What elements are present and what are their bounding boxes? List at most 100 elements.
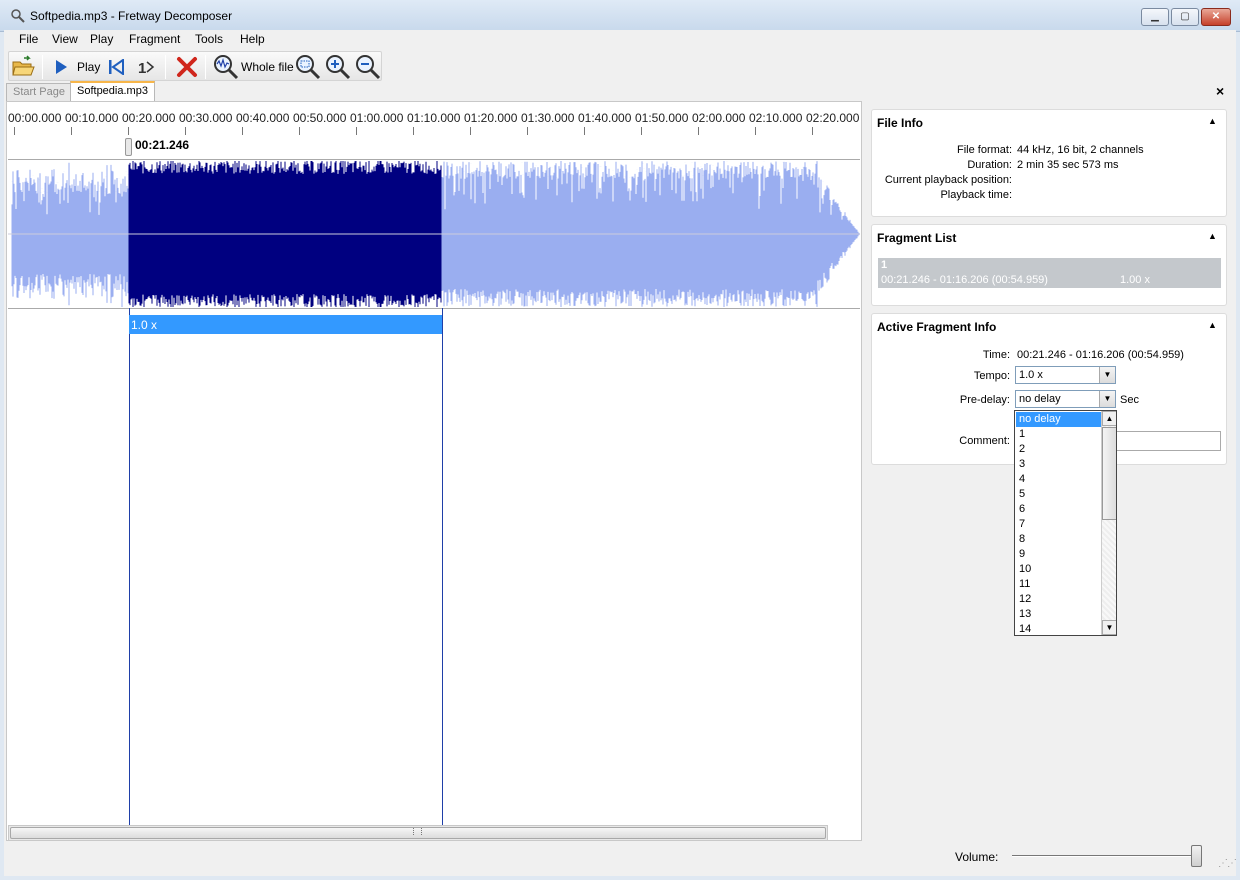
tab-softpedia-mp3[interactable]: Softpedia.mp3 [70, 81, 155, 102]
menu-file[interactable]: File [16, 32, 41, 46]
menu-tools[interactable]: Tools [192, 32, 226, 46]
fragment-list-title: Fragment List [877, 231, 957, 245]
delete-icon[interactable] [176, 56, 198, 78]
timeline-tick [71, 127, 72, 135]
menu-view[interactable]: View [49, 32, 81, 46]
timeline-tick-label: 02:00.000 [692, 111, 746, 125]
menu-bar: File View Play Fragment Tools Help [4, 30, 1236, 50]
dropdown-option[interactable]: 7 [1016, 517, 1101, 532]
close-button[interactable]: ✕ [1201, 8, 1231, 26]
timeline-tick-label: 02:10.000 [749, 111, 803, 125]
volume-slider-track[interactable] [1012, 855, 1198, 857]
dropdown-option[interactable]: 10 [1016, 562, 1101, 577]
predelay-unit: Sec [1120, 394, 1139, 406]
dropdown-option[interactable]: 13 [1016, 607, 1101, 622]
tempo-value: 1.0 x [1019, 369, 1043, 381]
timeline-tick [584, 127, 585, 135]
zoom-in-icon[interactable] [325, 54, 351, 80]
window-title: Softpedia.mp3 - Fretway Decomposer [30, 9, 233, 23]
menu-fragment[interactable]: Fragment [126, 32, 183, 46]
dropdown-option[interactable]: 2 [1016, 442, 1101, 457]
scrollbar-grip-icon [413, 828, 422, 835]
scroll-down-icon[interactable]: ▼ [1102, 620, 1116, 635]
timeline-tick-label: 00:50.000 [293, 111, 347, 125]
timeline-tick-label: 00:20.000 [122, 111, 176, 125]
play-icon[interactable] [54, 59, 68, 75]
open-folder-icon[interactable] [11, 55, 35, 79]
volume-slider-thumb[interactable] [1191, 845, 1202, 867]
timeline-tick-label: 01:20.000 [464, 111, 518, 125]
playback-position-label: Current playback position: [884, 174, 1012, 186]
fragment-end-line[interactable] [442, 308, 443, 825]
dropdown-option[interactable]: 5 [1016, 487, 1101, 502]
toolbar-separator [165, 55, 166, 79]
toolbar: Play 1 Whole file [8, 51, 382, 81]
chevron-down-icon[interactable]: ▼ [1099, 367, 1115, 383]
tab-start-page[interactable]: Start Page [6, 83, 72, 102]
dropdown-option[interactable]: 6 [1016, 502, 1101, 517]
dropdown-option[interactable]: 8 [1016, 532, 1101, 547]
horizontal-scrollbar[interactable] [8, 825, 828, 841]
whole-file-zoom-icon[interactable] [213, 54, 239, 80]
timeline-tick-label: 01:40.000 [578, 111, 632, 125]
playback-cursor-handle[interactable] [125, 138, 132, 156]
timeline-tick [242, 127, 243, 135]
dropdown-option[interactable]: 12 [1016, 592, 1101, 607]
timeline-tick-label: 00:30.000 [179, 111, 233, 125]
file-info-title: File Info [877, 116, 923, 130]
timeline-tick-label: 00:10.000 [65, 111, 119, 125]
dropdown-option[interactable]: 3 [1016, 457, 1101, 472]
collapse-icon[interactable]: ▲ [1208, 231, 1217, 241]
predelay-label: Pre-delay: [959, 394, 1010, 406]
timeline-tick [527, 127, 528, 135]
waveform[interactable] [8, 160, 860, 308]
dropdown-option[interactable]: no delay [1016, 412, 1101, 427]
collapse-icon[interactable]: ▲ [1208, 320, 1217, 330]
waveform-bottom-border [8, 308, 860, 309]
svg-text:1: 1 [138, 60, 146, 77]
collapse-icon[interactable]: ▲ [1208, 116, 1217, 126]
dropdown-option[interactable]: 11 [1016, 577, 1101, 592]
chevron-down-icon[interactable]: ▼ [1099, 391, 1115, 407]
zoom-fit-icon[interactable] [295, 54, 321, 80]
resize-grip-icon[interactable]: ⋰⋰ [1218, 858, 1237, 869]
fragment-number: 1 [881, 259, 888, 271]
dropdown-option[interactable]: 1 [1016, 427, 1101, 442]
predelay-dropdown-list[interactable]: no delay 1 2 3 4 5 6 7 8 9 10 11 12 13 14 ▲ ▼ [1014, 410, 1117, 636]
close-document-icon[interactable]: × [1216, 83, 1224, 99]
panel-splitter[interactable] [862, 101, 868, 841]
dropdown-option[interactable]: 9 [1016, 547, 1101, 562]
dropdown-option[interactable]: 4 [1016, 472, 1101, 487]
dropdown-option[interactable]: 14 [1016, 622, 1101, 635]
fragment-range: 00:21.246 - 01:16.206 (00:54.959) [881, 274, 1048, 286]
timeline-tick [14, 127, 15, 135]
skip-to-start-icon[interactable] [108, 59, 124, 75]
maximize-button[interactable]: ▢ [1171, 8, 1199, 26]
repeat-one-icon[interactable]: 1 [137, 57, 155, 77]
fragment-bar[interactable]: 1.0 x [129, 315, 442, 334]
volume-label: Volume: [955, 850, 999, 864]
fragment-list-item[interactable]: 1 00:21.246 - 01:16.206 (00:54.959) 1.00… [878, 258, 1221, 288]
menu-play[interactable]: Play [87, 32, 116, 46]
play-button-label[interactable]: Play [77, 60, 100, 74]
dropdown-scrollbar[interactable]: ▲ ▼ [1101, 411, 1116, 635]
playback-time-label: Playback time: [940, 189, 1012, 201]
status-bar [4, 843, 1236, 876]
predelay-value: no delay [1019, 393, 1061, 405]
scroll-up-icon[interactable]: ▲ [1102, 411, 1116, 426]
timeline-tick-label: 00:40.000 [236, 111, 290, 125]
timeline-tick-label: 02:20.000 [806, 111, 860, 125]
timeline-tick [755, 127, 756, 135]
dropdown-scroll-thumb[interactable] [1102, 427, 1116, 520]
minimize-button[interactable]: ▁ [1141, 8, 1169, 26]
zoom-out-icon[interactable] [355, 54, 381, 80]
predelay-combobox[interactable]: no delay ▼ [1015, 390, 1116, 408]
menu-help[interactable]: Help [237, 32, 268, 46]
tempo-combobox[interactable]: 1.0 x ▼ [1015, 366, 1116, 384]
toolbar-separator [42, 55, 43, 79]
fragment-start-line[interactable] [129, 308, 130, 825]
whole-file-button-label[interactable]: Whole file [241, 60, 294, 74]
time-value: 00:21.246 - 01:16.206 (00:54.959) [1017, 349, 1184, 361]
file-format-label: File format: [956, 144, 1012, 156]
timeline-tick-label: 01:00.000 [350, 111, 404, 125]
